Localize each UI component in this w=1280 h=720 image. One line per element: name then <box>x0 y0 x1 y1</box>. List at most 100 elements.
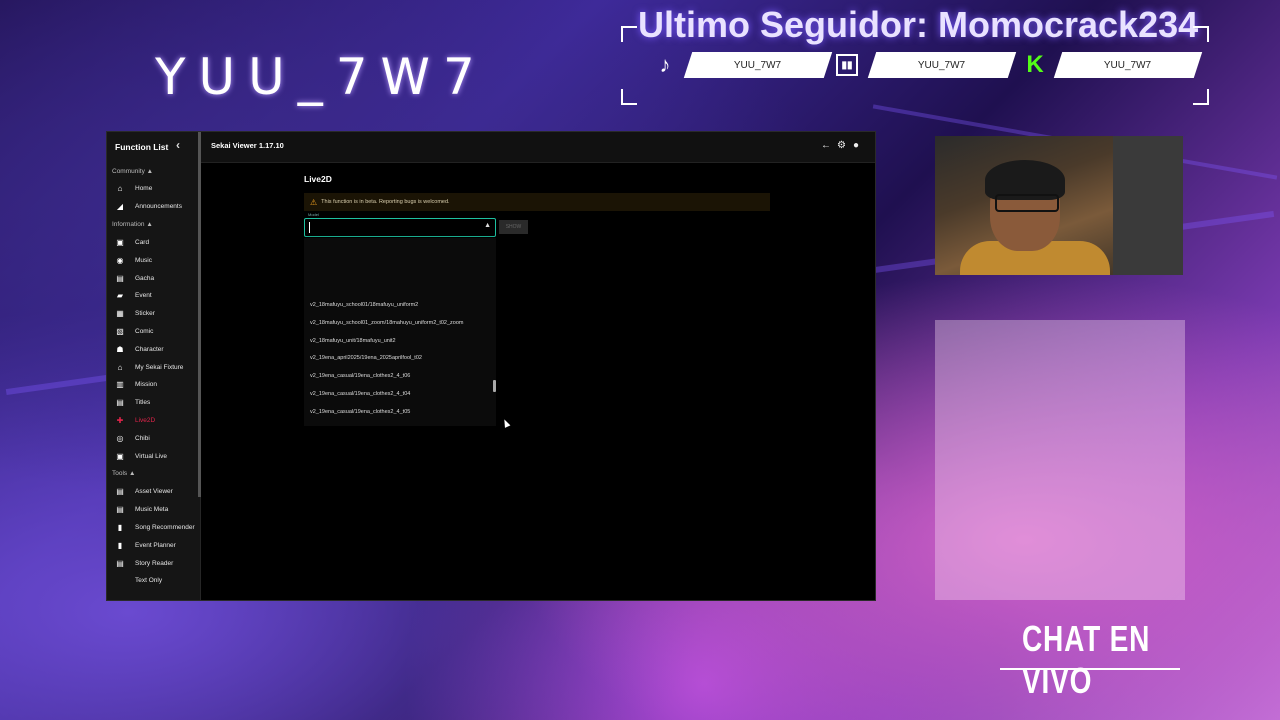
account-icon[interactable]: ● <box>853 140 859 151</box>
sidebar-item-label: Announcements <box>135 203 182 211</box>
recommender-icon: ▮ <box>117 522 123 532</box>
sidebar-item-label: Event <box>135 292 152 300</box>
dropdown-option[interactable]: v2_18mafuyu_unit/18mafuyu_unit2 <box>310 338 396 344</box>
sidebar-section-title[interactable]: Community ▲ <box>107 162 200 180</box>
sidebar-item-event-planner[interactable]: ▮ Event Planner <box>107 536 200 554</box>
sidebar-title: Function List <box>115 142 169 152</box>
social-kick: K YUU_7W7 <box>1020 50 1203 80</box>
asset-icon: ▤ <box>116 487 124 497</box>
sidebar-item-label: Text Only <box>135 577 163 585</box>
sidebar-item-event[interactable]: ▰ Event <box>107 287 200 305</box>
sidebar-item-home[interactable]: ⌂ Home <box>107 180 200 198</box>
announcement-icon: ◢ <box>116 202 124 212</box>
webcam-background <box>1113 136 1183 275</box>
top-app-bar: Sekai Viewer 1.17.10 ← ⚙ ● <box>201 132 875 163</box>
sidebar-item-label: Titles <box>135 399 151 407</box>
app-title: Sekai Viewer 1.17.10 <box>211 141 284 150</box>
sidebar: Function List ‹ Community ▲ ⌂ Home ◢ Announc… <box>107 132 201 600</box>
sidebar-item-label: Mission <box>135 381 158 389</box>
mouse-cursor-icon <box>501 418 511 428</box>
webcam-feed <box>935 136 1183 275</box>
app-window: Function List ‹ Community ▲ ⌂ Home ◢ Announc… <box>106 131 876 601</box>
tiktok-icon: ♪ <box>659 52 671 77</box>
frame-corner <box>1193 89 1209 105</box>
dropdown-option[interactable]: v2_18mafuyu_school01_zoom/18mahuyu_unifo… <box>310 320 464 326</box>
sidebar-item-label: Event Planner <box>135 541 176 549</box>
sidebar-item-titles[interactable]: ▤ Titles <box>107 394 200 412</box>
model-select-input[interactable]: Model ▲ <box>304 212 496 237</box>
sidebar-item-label: Virtual Live <box>135 452 168 460</box>
dropdown-arrow-icon[interactable]: ▲ <box>484 222 491 229</box>
dropdown-option[interactable]: v2_19ena_casual/19ena_clothes2_4_t06 <box>310 373 410 379</box>
page-title: Live2D <box>304 174 332 184</box>
sidebar-item-label: Chibi <box>135 434 150 442</box>
titles-icon: ▤ <box>116 398 124 408</box>
sidebar-item-label: Song Recommender <box>135 523 195 531</box>
sidebar-header: Function List ‹ <box>107 132 200 162</box>
sidebar-item-comic[interactable]: ▧ Comic <box>107 323 200 341</box>
live2d-icon: ✚ <box>116 415 124 425</box>
sidebar-item-chibi[interactable]: ◎ Chibi <box>107 429 200 447</box>
card-icon: ▣ <box>116 237 124 247</box>
dropdown-option[interactable]: v2_18mafuyu_school01/18mafuyu_uniform2 <box>310 302 418 308</box>
collapse-sidebar-icon[interactable]: ‹ <box>176 138 180 152</box>
sidebar-item-label: Sticker <box>135 310 155 318</box>
background-panel <box>935 320 1185 600</box>
comic-icon: ▧ <box>116 326 124 336</box>
social-handle: YUU_7W7 <box>1053 52 1203 78</box>
sidebar-item-label: My Sekai Fixture <box>135 363 184 371</box>
music-icon: ◉ <box>116 255 124 265</box>
sidebar-item-label: Character <box>135 345 164 353</box>
sidebar-item-card[interactable]: ▣ Card <box>107 234 200 252</box>
sidebar-item-label: Home <box>135 185 153 193</box>
settings-gear-icon[interactable]: ⚙ <box>837 140 846 151</box>
sidebar-item-label: Gacha <box>135 274 155 282</box>
last-follower-title: Ultimo Seguidor: Momocrack234 <box>638 4 1199 45</box>
model-dropdown-list: v2_18mafuyu_school01/18mafuyu_uniform2 v2… <box>304 238 496 426</box>
sidebar-item-my-sekai-fixture[interactable]: ⌂ My Sekai Fixture <box>107 358 200 376</box>
sidebar-item-music-meta[interactable]: ▤ Music Meta <box>107 501 200 519</box>
main-content: Live2D ⚠ This function is in beta. Repor… <box>201 163 875 600</box>
model-field-label: Model <box>308 212 319 217</box>
story-icon: ▤ <box>116 558 124 568</box>
social-handle: YUU_7W7 <box>867 52 1017 78</box>
sidebar-item-text-only[interactable]: Text Only <box>107 572 200 590</box>
dropdown-option[interactable]: v2_19ena_casual/19ena_clothes2_4_t04 <box>310 391 410 397</box>
sidebar-item-character[interactable]: ☗ Character <box>107 340 200 358</box>
sidebar-item-song-recommender[interactable]: ▮ Song Recommender <box>107 519 200 537</box>
back-arrow-icon[interactable]: ← <box>821 140 831 151</box>
sidebar-item-label: Music Meta <box>135 506 169 514</box>
sidebar-item-story-reader[interactable]: ▤ Story Reader <box>107 554 200 572</box>
sidebar-item-announcements[interactable]: ◢ Announcements <box>107 198 200 216</box>
social-twitch: ▮▮ YUU_7W7 <box>836 50 1017 80</box>
sidebar-item-label: Comic <box>135 327 154 335</box>
sidebar-item-sticker[interactable]: ▦ Sticker <box>107 305 200 323</box>
dropdown-option[interactable]: v2_19ena_april2025/19ena_2025aprilfool_t… <box>310 355 422 361</box>
sidebar-section-title[interactable]: Tools ▲ <box>107 465 200 483</box>
sidebar-item-gacha[interactable]: ▤ Gacha <box>107 269 200 287</box>
dropdown-scrollbar[interactable] <box>493 380 496 392</box>
social-tiktok: ♪ YUU_7W7 <box>650 50 833 80</box>
character-icon: ☗ <box>116 344 124 354</box>
show-button[interactable]: SHOW <box>499 220 528 234</box>
beta-alert: ⚠ This function is in beta. Reporting bu… <box>304 193 770 211</box>
sidebar-item-label: Story Reader <box>135 559 174 567</box>
twitch-icon: ▮▮ <box>836 54 858 76</box>
streamer-name: YUU_7W7 <box>155 48 488 106</box>
social-handle: YUU_7W7 <box>683 52 833 78</box>
sidebar-item-virtual-live[interactable]: ▣ Virtual Live <box>107 447 200 465</box>
virtual-live-icon: ▣ <box>116 451 124 461</box>
sidebar-item-asset-viewer[interactable]: ▤ Asset Viewer <box>107 483 200 501</box>
sidebar-item-live2d[interactable]: ✚ Live2D <box>107 412 200 430</box>
sidebar-item-label: Card <box>135 238 150 246</box>
chat-title: CHAT EN VIVO <box>1022 618 1151 701</box>
beta-notice-text: This function is in beta. Reporting bugs… <box>321 199 450 205</box>
sidebar-item-music[interactable]: ◉ Music <box>107 251 200 269</box>
dropdown-option[interactable]: v2_19ena_casual/19ena_clothes2_4_t05 <box>310 409 410 415</box>
frame-corner <box>621 26 637 42</box>
chibi-icon: ◎ <box>116 433 124 443</box>
sidebar-item-mission[interactable]: ▥ Mission <box>107 376 200 394</box>
frame-corner <box>1193 26 1209 42</box>
sidebar-section-title[interactable]: Information ▲ <box>107 216 200 234</box>
frame-corner <box>621 89 637 105</box>
